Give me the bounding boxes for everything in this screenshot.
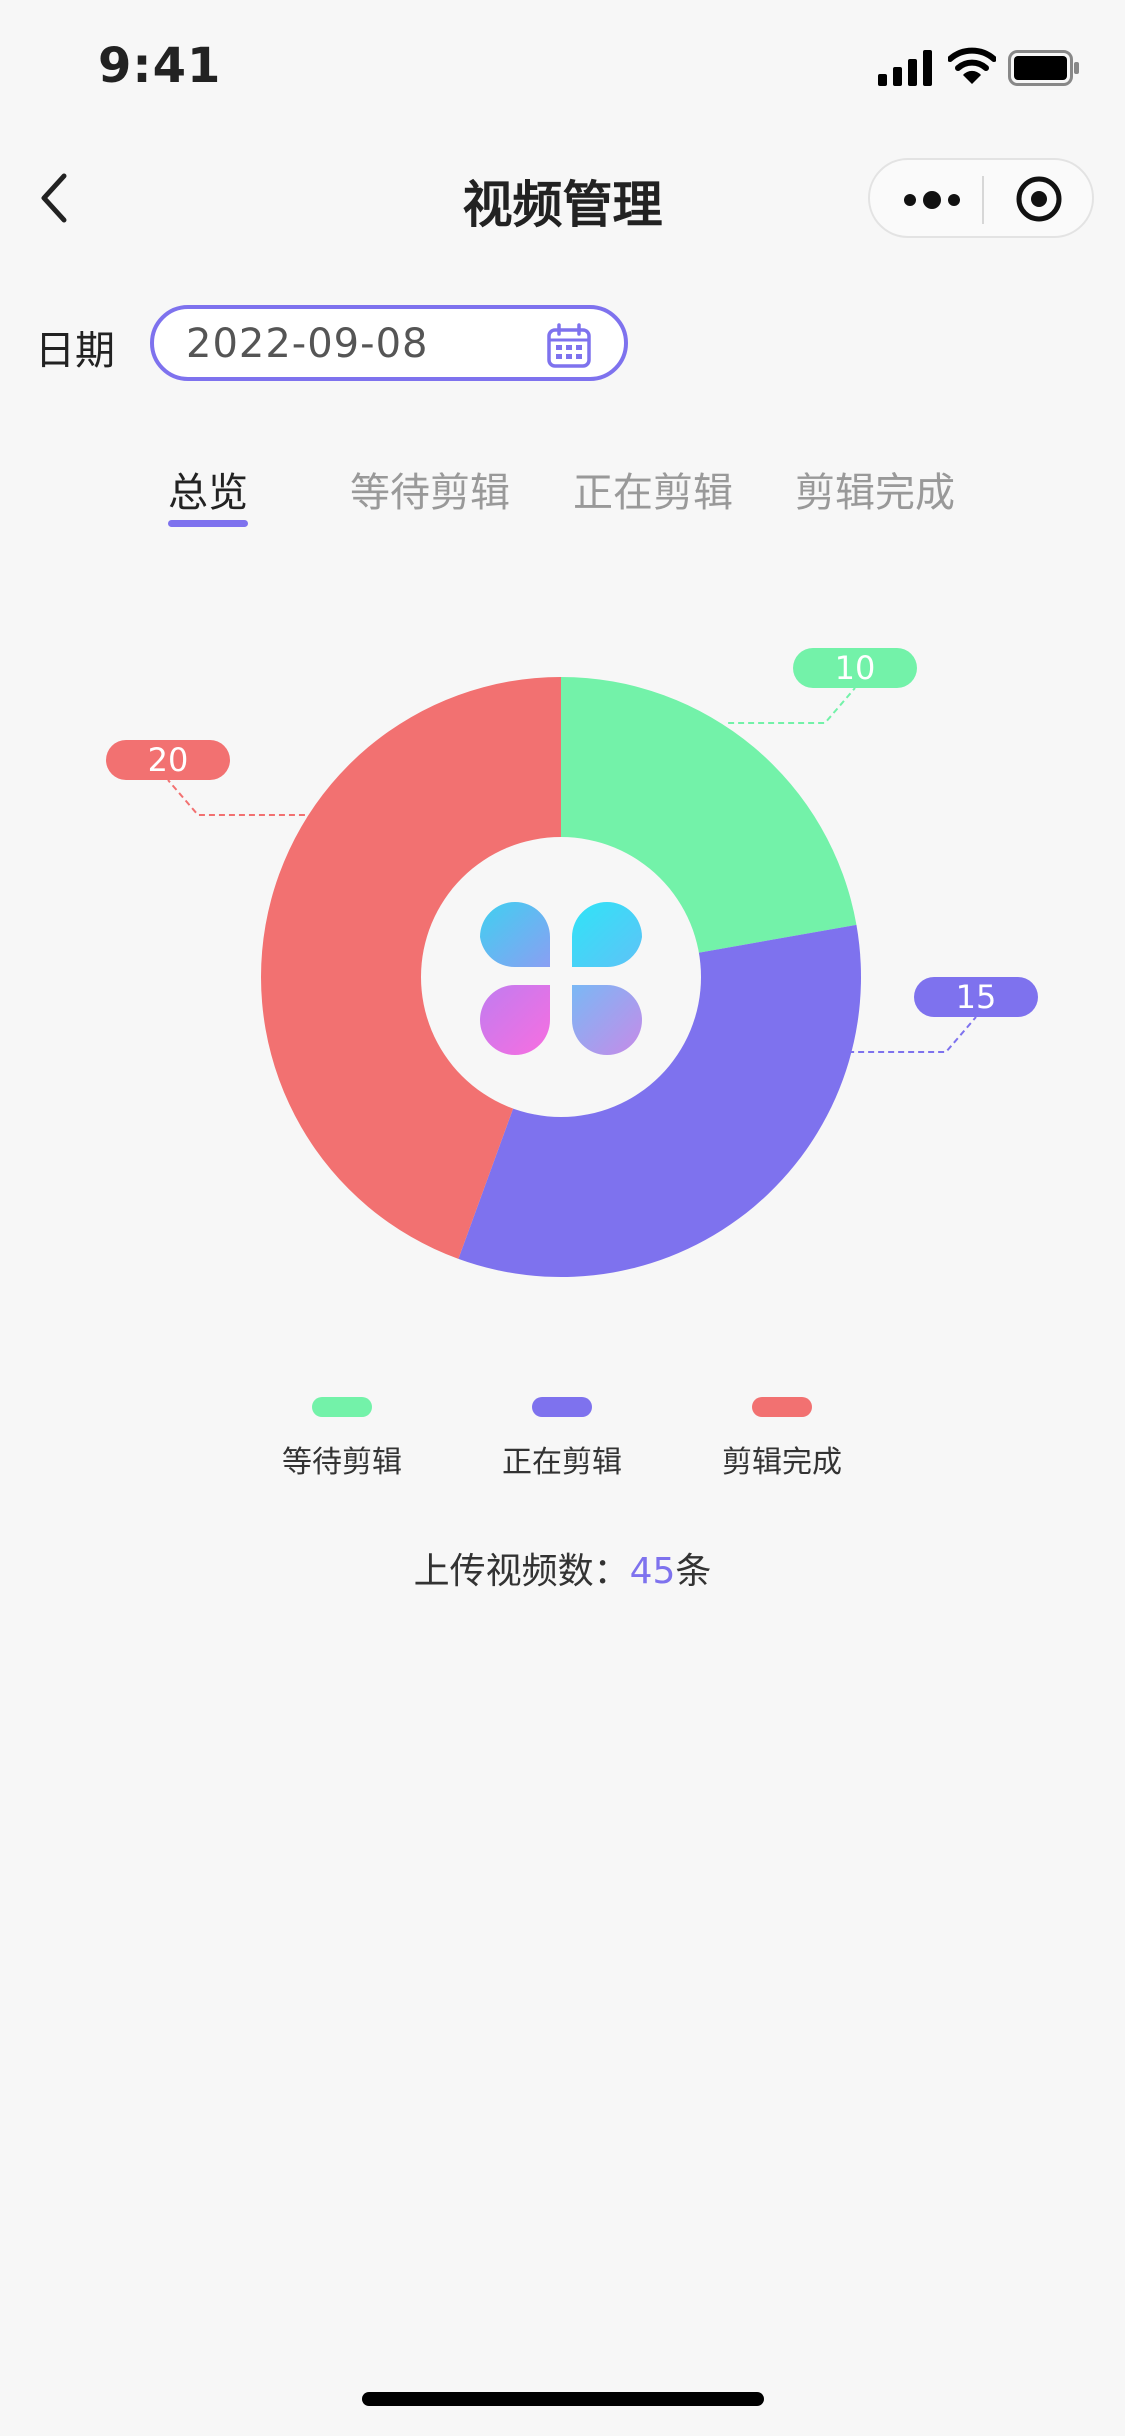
signal-icon — [878, 50, 932, 86]
capsule-divider — [982, 176, 984, 224]
tab-overview[interactable]: 总览 — [148, 460, 268, 518]
value-label-editing: 15 — [956, 978, 997, 1016]
leader-line-complete — [167, 779, 305, 816]
legend-swatch-editing — [532, 1397, 592, 1417]
upload-count-summary: 上传视频数：45条 — [0, 1542, 1125, 1594]
donut-hole — [421, 837, 701, 1117]
leader-line-waiting — [728, 687, 856, 724]
close-miniprogram-icon[interactable] — [1014, 174, 1064, 224]
tab-editing[interactable]: 正在剪辑 — [563, 460, 743, 518]
date-picker[interactable]: 2022-09-08 — [150, 305, 628, 381]
donut-chart: 10 15 20 — [106, 648, 1038, 1278]
value-label-waiting: 10 — [835, 649, 876, 687]
more-icon[interactable] — [900, 180, 964, 220]
wifi-icon — [948, 47, 996, 84]
tab-edit-complete[interactable]: 剪辑完成 — [785, 460, 965, 518]
date-label: 日期 — [35, 328, 115, 374]
legend-swatch-complete — [752, 1397, 812, 1417]
summary-count: 45 — [629, 1551, 676, 1592]
home-indicator — [362, 2392, 764, 2406]
status-time: 9:41 — [98, 38, 222, 94]
active-tab-indicator — [168, 520, 248, 527]
legend-label-editing: 正在剪辑 — [502, 1445, 622, 1480]
date-value: 2022-09-08 — [186, 321, 429, 367]
legend-label-waiting: 等待剪辑 — [282, 1445, 402, 1480]
calendar-icon[interactable] — [546, 323, 592, 369]
summary-label: 上传视频数： — [413, 1551, 630, 1592]
legend-swatch-waiting — [312, 1397, 372, 1417]
battery-icon — [1008, 50, 1079, 86]
value-label-complete: 20 — [148, 741, 189, 779]
legend-label-complete: 剪辑完成 — [722, 1445, 842, 1480]
summary-unit: 条 — [675, 1551, 712, 1592]
tab-waiting-edit[interactable]: 等待剪辑 — [340, 460, 520, 518]
mini-program-capsule — [868, 158, 1094, 238]
